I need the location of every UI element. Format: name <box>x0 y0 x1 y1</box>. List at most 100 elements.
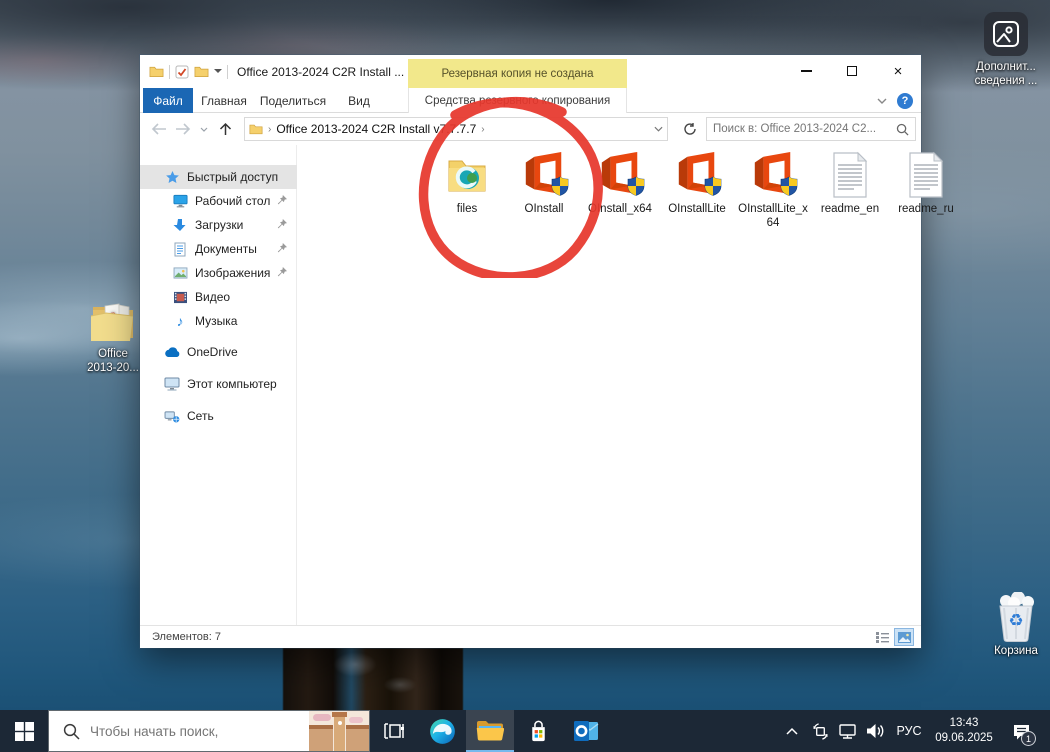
toolbar-divider <box>227 65 228 79</box>
sidebar-item-quick-access[interactable]: Быстрый доступ <box>140 165 297 189</box>
tray-rotation-lock[interactable] <box>807 710 833 752</box>
back-button[interactable] <box>148 113 170 145</box>
sidebar-item-network[interactable]: Сеть <box>140 404 297 428</box>
taskbar-clock[interactable]: 13:43 09.06.2025 <box>929 716 999 746</box>
edge-browser-button[interactable] <box>418 710 466 752</box>
taskbar-search-input[interactable] <box>90 724 309 739</box>
thumbnail-view-icon <box>898 632 911 643</box>
sidebar-item-downloads[interactable]: Загрузки <box>140 213 297 237</box>
forward-button[interactable] <box>172 113 194 145</box>
explorer-icon <box>476 719 504 743</box>
tray-expand-button[interactable] <box>779 710 805 752</box>
file-explorer-button[interactable] <box>466 710 514 752</box>
close-icon: × <box>894 64 903 79</box>
tray-time: 13:43 <box>929 716 999 731</box>
sidebar-item-label: Сеть <box>187 409 214 423</box>
search-box[interactable] <box>706 117 916 141</box>
chevron-down-icon[interactable] <box>877 98 887 104</box>
search-icon <box>63 723 80 740</box>
check-icon[interactable] <box>175 65 189 79</box>
window-content: Быстрый доступ Рабочий стол Загрузки Док… <box>140 145 921 625</box>
picture-icon <box>172 265 188 281</box>
file-label: OInstallLite <box>659 202 735 216</box>
sidebar-item-videos[interactable]: Видео <box>140 285 297 309</box>
quick-access-toolbar <box>140 65 228 79</box>
tray-network[interactable] <box>835 710 861 752</box>
edge-icon <box>429 718 456 745</box>
file-item[interactable]: OInstall <box>506 151 582 216</box>
tab-file[interactable]: Файл <box>143 88 193 113</box>
office-logo-icon <box>673 151 721 199</box>
tab-home[interactable]: Главная <box>200 88 248 113</box>
task-view-button[interactable] <box>370 710 418 752</box>
action-center-button[interactable]: 1 <box>1001 710 1041 752</box>
window-title: Office 2013-2024 C2R Install ... <box>237 65 404 79</box>
tray-volume[interactable] <box>863 710 889 752</box>
taskbar-search[interactable] <box>48 710 370 752</box>
start-button[interactable] <box>0 710 48 752</box>
tab-share[interactable]: Поделиться <box>258 88 328 113</box>
thumbnail-view-button[interactable] <box>895 629 913 645</box>
file-item[interactable]: OInstallLite <box>659 151 735 216</box>
sidebar-item-music[interactable]: ♪ Музыка <box>140 309 297 333</box>
desktop-icon-office-folder[interactable]: n Office 2013-20... <box>82 299 144 376</box>
title-bar[interactable]: Office 2013-2024 C2R Install ... Резервн… <box>140 55 921 88</box>
refresh-button[interactable] <box>678 117 702 141</box>
help-icon[interactable]: ? <box>897 93 913 109</box>
desktop-icon-additional-info[interactable]: Дополнит... сведения ... <box>963 12 1049 89</box>
video-icon <box>172 289 188 305</box>
desktop-icon-recycle-bin[interactable]: ♻ Корзина <box>985 592 1047 658</box>
sidebar-item-documents[interactable]: Документы <box>140 237 297 261</box>
maximize-button[interactable] <box>829 55 875 87</box>
tab-view[interactable]: Вид <box>343 88 375 113</box>
details-view-icon <box>876 632 889 643</box>
folder-icon[interactable] <box>149 65 164 78</box>
file-item[interactable]: OInstallLite_x64 <box>735 151 811 231</box>
status-bar: Элементов: 7 <box>140 625 921 648</box>
star-icon <box>164 169 180 185</box>
chevron-down-icon[interactable] <box>654 126 663 132</box>
tab-backup-tools[interactable]: Средства резервного копирования <box>408 88 627 113</box>
sidebar-item-label: OneDrive <box>187 345 238 359</box>
onedrive-cloud-icon <box>164 344 180 360</box>
desktop-icon-label: Дополнит... <box>963 60 1049 74</box>
details-view-button[interactable] <box>873 629 891 645</box>
store-button[interactable] <box>514 710 562 752</box>
search-icon[interactable] <box>896 123 909 136</box>
sidebar-item-desktop[interactable]: Рабочий стол <box>140 189 297 213</box>
search-highlight-image[interactable] <box>309 711 369 751</box>
breadcrumb[interactable]: Office 2013-2024 C2R Install v7.7.7.7 <box>276 122 476 136</box>
sidebar-item-onedrive[interactable]: OneDrive <box>140 340 297 364</box>
breadcrumb-chevron-icon[interactable]: › <box>481 124 484 135</box>
search-input[interactable] <box>713 123 896 135</box>
outlook-button[interactable] <box>562 710 610 752</box>
close-button[interactable]: × <box>875 55 921 87</box>
sidebar-item-pictures[interactable]: Изображения <box>140 261 297 285</box>
desktop-icon-label: 2013-20... <box>82 361 144 375</box>
recent-locations-button[interactable] <box>196 113 212 145</box>
file-item[interactable]: readme_ru <box>888 151 964 216</box>
uac-shield-icon <box>703 176 723 201</box>
sidebar-item-this-pc[interactable]: Этот компьютер <box>140 372 297 396</box>
file-label: OInstall_x64 <box>582 202 658 216</box>
address-box[interactable]: › Office 2013-2024 C2R Install v7.7.7.7 … <box>244 117 668 141</box>
up-button[interactable] <box>214 113 236 145</box>
volume-icon <box>866 723 886 739</box>
file-item[interactable]: readme_en <box>812 151 888 216</box>
file-label: readme_en <box>812 202 888 216</box>
sidebar-item-label: Видео <box>195 290 230 304</box>
explorer-window: Office 2013-2024 C2R Install ... Резервн… <box>140 55 921 648</box>
language-indicator[interactable]: РУС <box>891 724 927 738</box>
file-item[interactable]: OInstall_x64 <box>582 151 658 216</box>
forward-icon <box>175 123 191 135</box>
ribbon-tab-row: Файл Главная Поделиться Вид Средства рез… <box>140 88 921 113</box>
windows-start-icon <box>15 722 34 741</box>
pin-icon <box>277 194 287 208</box>
minimize-button[interactable] <box>783 55 829 87</box>
chevron-down-icon[interactable] <box>214 69 222 75</box>
task-view-icon <box>383 721 405 741</box>
folder-icon[interactable] <box>194 65 209 78</box>
up-icon <box>219 122 232 136</box>
folder-icon <box>443 151 491 199</box>
file-item[interactable]: files <box>429 151 505 216</box>
